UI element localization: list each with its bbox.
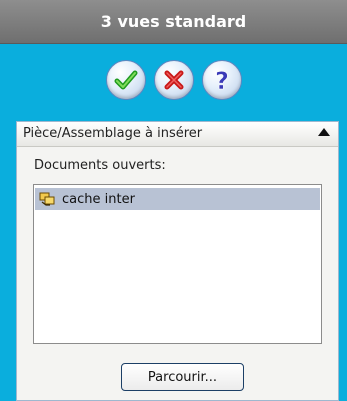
group-title: Pièce/Assemblage à insérer bbox=[23, 126, 203, 141]
help-icon: ? bbox=[214, 67, 229, 94]
cancel-button[interactable] bbox=[153, 60, 194, 100]
open-documents-label: Documents ouverts: bbox=[34, 158, 166, 173]
open-documents-list[interactable]: cache inter bbox=[33, 184, 322, 344]
insert-part-group: Pièce/Assemblage à insérer Documents ouv… bbox=[16, 121, 339, 401]
ok-button[interactable] bbox=[105, 60, 146, 100]
group-header[interactable]: Pièce/Assemblage à insérer bbox=[17, 122, 338, 147]
list-item[interactable]: cache inter bbox=[35, 188, 320, 210]
browse-button[interactable]: Parcourir... bbox=[121, 363, 244, 391]
checkmark-icon bbox=[114, 70, 137, 90]
svg-text:?: ? bbox=[215, 67, 229, 94]
list-item-label: cache inter bbox=[62, 191, 135, 207]
property-manager-panel: 3 vues standard ? Pièce/Assemblage à ins… bbox=[0, 0, 347, 401]
collapse-arrow-icon[interactable] bbox=[318, 128, 330, 136]
close-icon bbox=[164, 70, 183, 90]
assembly-icon bbox=[39, 192, 55, 206]
action-buttons: ? bbox=[0, 60, 347, 106]
panel-title: 3 vues standard bbox=[0, 0, 347, 44]
help-button[interactable]: ? bbox=[201, 60, 242, 100]
